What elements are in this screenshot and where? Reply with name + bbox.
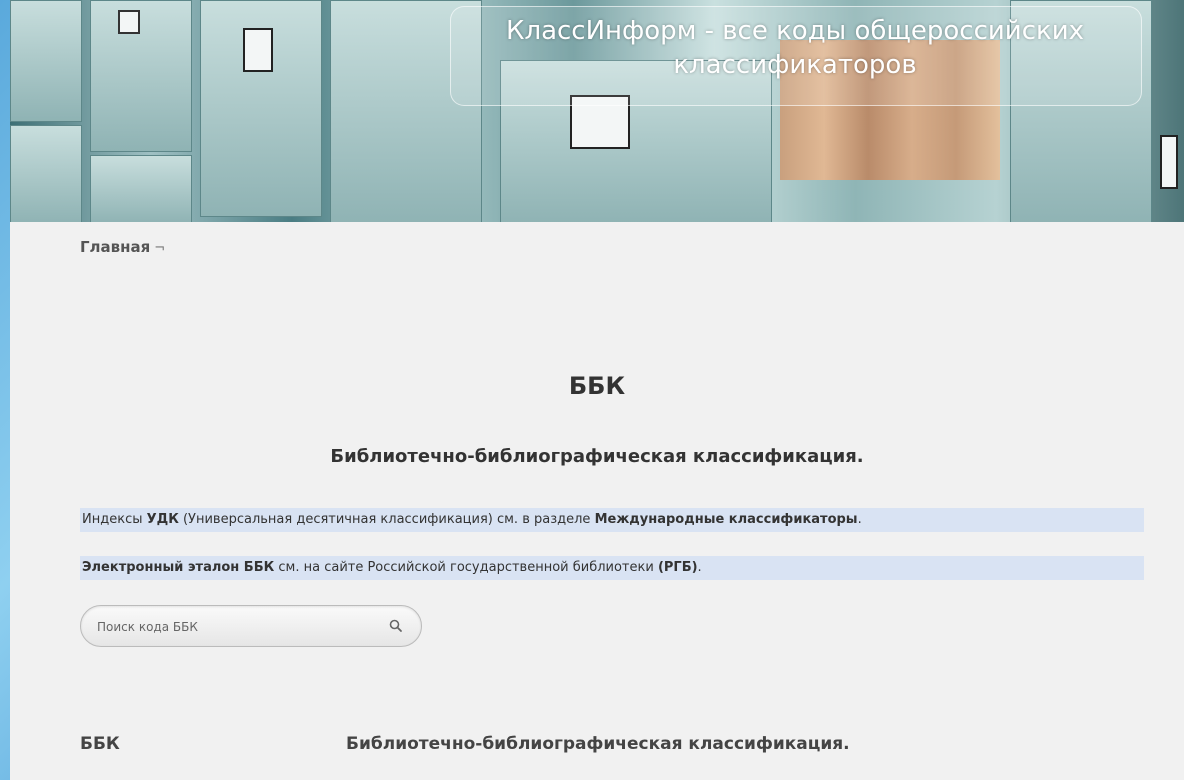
site-title-line1: КлассИнформ - все коды общероссийских [506,16,1084,46]
search-box [80,605,422,647]
drawer-decoration [90,155,192,222]
table-row-name: Библиотечно-библиографическая классифика… [346,734,850,754]
page-title: ББК [568,372,626,400]
rgb-link[interactable]: (РГБ) [658,560,698,575]
breadcrumb-arrow: ¬ [154,241,166,256]
page: КлассИнформ - все коды общероссийских кл… [10,0,1184,780]
udk-note-suffix: . [857,512,862,527]
drawer-decoration [90,0,192,152]
bbk-note-middle: см. на сайте Российской государственной … [274,560,658,575]
drawer-decoration [10,125,82,222]
breadcrumb: Главная ¬ [80,238,165,256]
site-title[interactable]: КлассИнформ - все коды общероссийских кл… [450,14,1140,82]
international-classifiers-link[interactable]: Международные классификаторы [595,512,858,527]
bbk-etalon-note: Электронный эталон ББК см. на сайте Росс… [80,556,1144,580]
breadcrumb-home-link[interactable]: Главная [80,238,150,256]
table-row-code[interactable]: ББК [80,734,120,754]
search-input[interactable] [95,615,379,639]
udk-note-middle: (Универсальная десятичная классификация)… [178,512,595,527]
bbk-etalon-link[interactable]: Электронный эталон ББК [82,560,274,575]
drawer-decoration [10,0,82,122]
bbk-note-suffix: . [697,560,702,575]
site-title-line2: классификаторов [673,50,917,80]
search-icon[interactable] [387,617,405,635]
udk-note: Индексы УДК (Универсальная десятичная кл… [80,508,1144,532]
label-plate-decoration [118,10,140,34]
page-subtitle: Библиотечно-библиографическая классифика… [330,446,864,467]
header-banner: КлассИнформ - все коды общероссийских кл… [10,0,1184,222]
label-plate-decoration [1160,135,1178,189]
label-plate-decoration [243,28,273,72]
udk-abbr: УДК [146,512,179,527]
udk-note-prefix: Индексы [82,512,147,527]
